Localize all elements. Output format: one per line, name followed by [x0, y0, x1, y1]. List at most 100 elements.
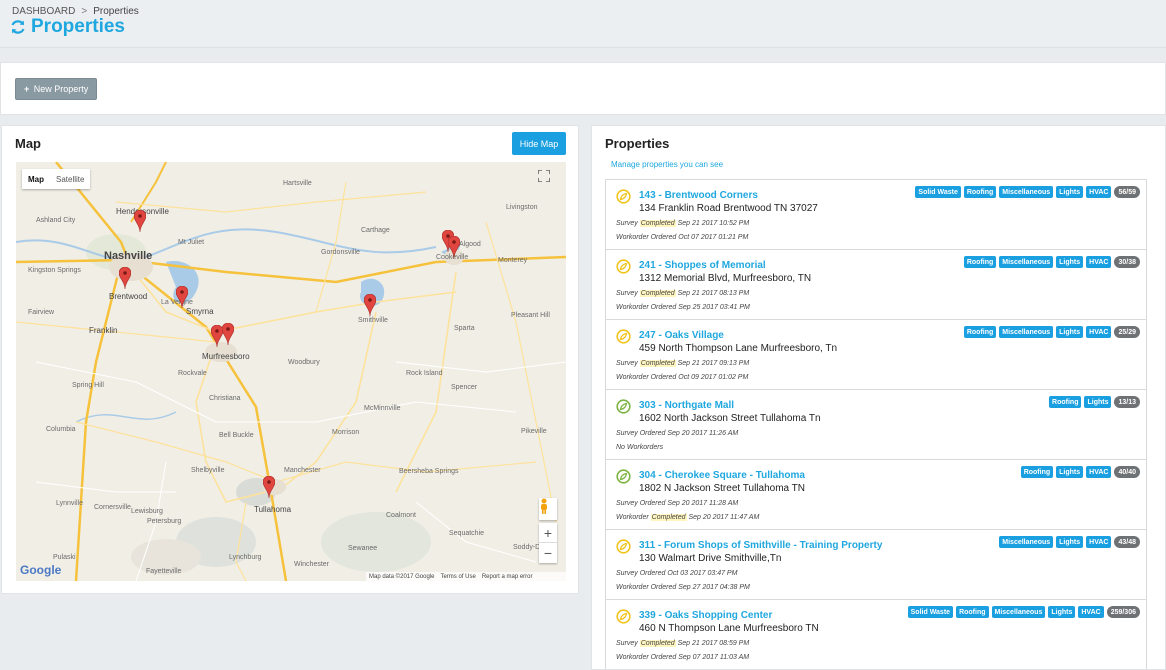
map-label-pleasant-hill: Pleasant Hill — [511, 312, 550, 319]
property-status-icon — [616, 189, 631, 204]
survey-status-date: Sep 21 2017 08:59 PM — [677, 640, 750, 647]
property-address: 134 Franklin Road Brentwood TN 37027 — [639, 203, 818, 214]
new-property-button[interactable]: + New Property — [15, 78, 98, 100]
map-type-map[interactable]: Map — [22, 169, 50, 189]
property-tags: Roofing Lights 13/13 — [1049, 396, 1140, 408]
workorder-status-date: Sep 20 2017 11:47 AM — [688, 514, 760, 521]
map-pin[interactable] — [263, 476, 275, 498]
property-list-item[interactable]: 143 - Brentwood Corners 134 Franklin Road… — [605, 179, 1147, 250]
property-list-item[interactable]: 311 - Forum Shops of Smithville - Traini… — [605, 529, 1147, 600]
category-tag[interactable]: Lights — [1048, 606, 1076, 618]
category-tag[interactable]: Roofing — [963, 256, 997, 268]
category-tag[interactable]: Solid Waste — [907, 606, 954, 618]
map-pin[interactable] — [134, 210, 146, 232]
property-list-item[interactable]: 339 - Oaks Shopping Center 460 N Thompson… — [605, 599, 1147, 669]
map-label-woodbury: Woodbury — [288, 359, 320, 366]
category-tag[interactable]: Roofing — [956, 606, 989, 618]
completion-count-badge: 56/59 — [1114, 186, 1140, 198]
map-type-control: Map Satellite — [22, 169, 91, 189]
property-status-icon — [616, 609, 631, 624]
property-name-link[interactable]: 247 - Oaks Village — [639, 330, 724, 341]
map-label-coalmont: Coalmont — [386, 512, 416, 519]
workorder-status: Workorder Completed Sep 20 2017 11:47 AM — [616, 514, 759, 521]
property-name-link[interactable]: 303 - Northgate Mall — [639, 400, 734, 411]
category-tag[interactable]: HVAC — [1086, 256, 1112, 268]
category-tag[interactable]: Roofing — [1020, 466, 1054, 478]
property-name-link[interactable]: 339 - Oaks Shopping Center — [639, 610, 772, 621]
property-list-item[interactable]: 241 - Shoppes of Memorial 1312 Memorial B… — [605, 249, 1147, 320]
category-tag[interactable]: Roofing — [963, 186, 997, 198]
category-tag[interactable]: Roofing — [1049, 396, 1082, 408]
category-tag[interactable]: Lights — [1056, 536, 1084, 548]
properties-subtitle-link[interactable]: Manage properties you can see — [611, 160, 723, 169]
property-name-link[interactable]: 304 - Cherokee Square - Tullahoma — [639, 470, 805, 481]
map-canvas[interactable]: Nashville Hendersonville Franklin Brentw… — [16, 162, 566, 581]
map-pin[interactable] — [448, 236, 460, 258]
survey-status-date: Oct 03 2017 03:47 PM — [667, 570, 738, 577]
category-tag[interactable]: Lights — [1056, 186, 1084, 198]
survey-status-label: Survey — [616, 220, 638, 227]
category-tag[interactable]: HVAC — [1086, 466, 1112, 478]
property-list-item[interactable]: 247 - Oaks Village 459 North Thompson Lan… — [605, 319, 1147, 390]
map-label-rock-island: Rock Island — [406, 370, 443, 377]
map-pin[interactable] — [222, 323, 234, 345]
workorder-status-date: Sep 25 2017 03:41 PM — [678, 304, 750, 311]
fullscreen-icon[interactable] — [538, 170, 558, 190]
workorder-status: Workorder Ordered Oct 09 2017 01:02 PM — [616, 374, 748, 381]
category-tag[interactable]: HVAC — [1078, 606, 1104, 618]
category-tag[interactable]: HVAC — [1086, 186, 1112, 198]
map-label-spring-hill: Spring Hill — [72, 382, 104, 389]
report-map-error-link[interactable]: Report a map error — [482, 574, 533, 580]
property-tags: Roofing Lights HVAC 40/40 — [1020, 466, 1140, 478]
property-name-link[interactable]: 311 - Forum Shops of Smithville - Traini… — [639, 540, 882, 551]
category-tag[interactable]: Miscellaneous — [999, 326, 1054, 338]
completion-count-badge: 30/38 — [1114, 256, 1140, 268]
street-view-pegman-icon[interactable] — [539, 498, 557, 520]
survey-status-status: Completed — [639, 360, 676, 367]
category-tag[interactable]: Solid Waste — [915, 186, 961, 198]
workorder-status-label: Workorder Ordered — [616, 304, 677, 311]
property-status-icon — [616, 259, 631, 274]
category-tag[interactable]: Miscellaneous — [999, 256, 1054, 268]
zoom-out-button[interactable]: − — [539, 543, 557, 563]
property-name-link[interactable]: 143 - Brentwood Corners — [639, 190, 758, 201]
survey-status: Survey Completed Sep 21 2017 08:13 PM — [616, 290, 749, 297]
category-tag[interactable]: Miscellaneous — [991, 606, 1046, 618]
property-list-item[interactable]: 303 - Northgate Mall 1602 North Jackson S… — [605, 389, 1147, 460]
map-label-gordonsville: Gordonsville — [321, 249, 360, 256]
map-pin[interactable] — [364, 294, 376, 316]
map-label-smyrna: Smyrna — [186, 307, 214, 316]
property-address: 460 N Thompson Lane Murfreesboro TN — [639, 623, 819, 634]
category-tag[interactable]: Roofing — [963, 326, 997, 338]
survey-status-status: Completed — [639, 290, 676, 297]
workorder-status-label: Workorder Ordered — [616, 234, 677, 241]
workorder-status-date: Oct 07 2017 01:21 PM — [678, 234, 749, 241]
map-pin[interactable] — [119, 267, 131, 289]
category-tag[interactable]: HVAC — [1086, 536, 1112, 548]
map-label-petersburg: Petersburg — [147, 518, 182, 525]
category-tag[interactable]: Miscellaneous — [999, 536, 1054, 548]
survey-status-label: Survey Ordered — [616, 500, 666, 507]
map-label-hartsville: Hartsville — [283, 180, 312, 187]
hide-map-button[interactable]: Hide Map — [512, 132, 566, 155]
map-label-sparta: Sparta — [454, 325, 475, 332]
category-tag[interactable]: Lights — [1084, 396, 1112, 408]
map-label-brentwood: Brentwood — [109, 292, 148, 301]
category-tag[interactable]: HVAC — [1086, 326, 1112, 338]
terms-of-use-link[interactable]: Terms of Use — [440, 574, 475, 580]
category-tag[interactable]: Lights — [1056, 466, 1084, 478]
category-tag[interactable]: Lights — [1056, 326, 1084, 338]
survey-status-label: Survey — [616, 290, 638, 297]
category-tag[interactable]: Lights — [1056, 256, 1084, 268]
category-tag[interactable]: Miscellaneous — [999, 186, 1054, 198]
survey-status: Survey Ordered Sep 20 2017 11:28 AM — [616, 500, 738, 507]
property-name-link[interactable]: 241 - Shoppes of Memorial — [639, 260, 766, 271]
plus-icon: + — [24, 84, 30, 94]
survey-status-date: Sep 21 2017 10:52 PM — [677, 220, 750, 227]
zoom-in-button[interactable]: + — [539, 523, 557, 543]
workorder-status-label: Workorder Ordered — [616, 654, 677, 661]
property-tags: Roofing Miscellaneous Lights HVAC 30/38 — [963, 256, 1140, 268]
map-pin[interactable] — [176, 286, 188, 308]
property-list-item[interactable]: 304 - Cherokee Square - Tullahoma 1802 N … — [605, 459, 1147, 530]
map-type-satellite[interactable]: Satellite — [50, 169, 90, 189]
